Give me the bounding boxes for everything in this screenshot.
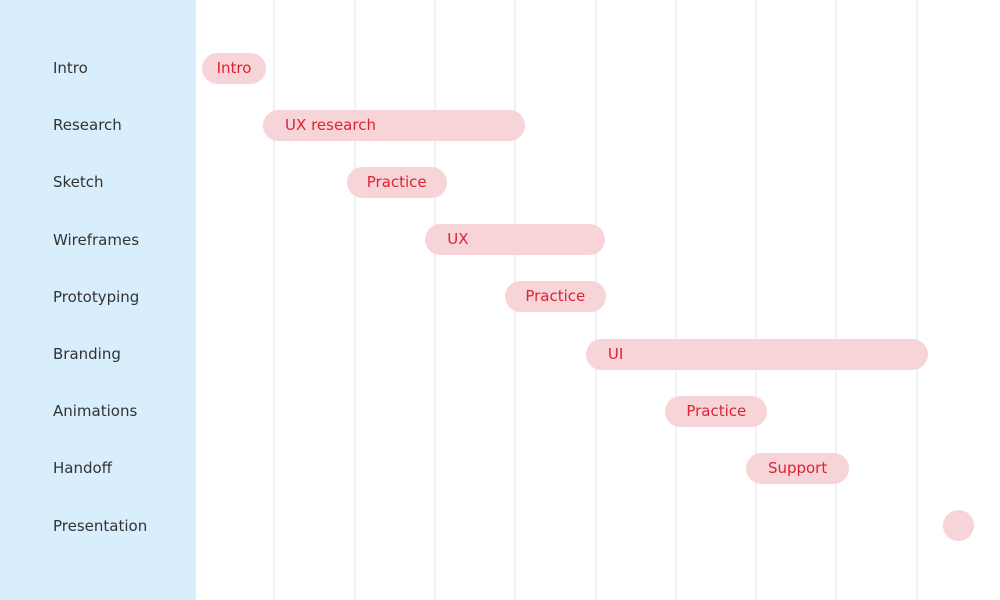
row-label: Intro xyxy=(53,59,88,77)
task-bar-label: Practice xyxy=(525,287,586,306)
row-labels-panel: Intro Research Sketch Wireframes Prototyping… xyxy=(0,0,196,600)
row-label: Animations xyxy=(53,402,138,421)
row-label: Branding xyxy=(53,345,121,363)
gridline xyxy=(273,0,276,600)
task-bar[interactable]: Support xyxy=(745,452,850,484)
task-bar-label: Practice xyxy=(686,401,747,420)
task-bar[interactable]: UX research xyxy=(263,109,525,141)
task-bar[interactable]: Practice xyxy=(504,281,606,313)
row-label: Presentation xyxy=(53,516,148,535)
gridline xyxy=(835,0,838,600)
gridline xyxy=(353,0,356,600)
task-bar-label: UX xyxy=(447,230,469,249)
gridline xyxy=(915,0,918,600)
task-bar[interactable]: Practice xyxy=(346,166,447,198)
task-bar[interactable]: Practice xyxy=(665,395,768,427)
task-bar-label: Intro xyxy=(216,58,252,77)
task-bar-label: UI xyxy=(607,344,624,363)
row-label: Prototyping xyxy=(53,287,140,306)
row-label: Wireframes xyxy=(53,230,140,249)
task-bar[interactable]: Intro xyxy=(202,52,267,84)
gridline xyxy=(433,0,436,600)
task-bar[interactable] xyxy=(943,510,974,542)
row-label: Handoff xyxy=(53,459,113,478)
task-bar[interactable]: UI xyxy=(585,338,928,370)
timeline-chart: Intro UX research Practice UX Practice UI Prac… xyxy=(196,0,1000,600)
task-bar-label: UX research xyxy=(285,115,376,134)
task-bar[interactable]: UX xyxy=(425,224,606,256)
task-bar-label: Support xyxy=(767,458,828,477)
gridline xyxy=(674,0,677,600)
gridline xyxy=(755,0,758,600)
task-bar-label: Practice xyxy=(366,172,427,191)
row-label: Sketch xyxy=(53,173,104,192)
row-label: Research xyxy=(53,116,122,135)
